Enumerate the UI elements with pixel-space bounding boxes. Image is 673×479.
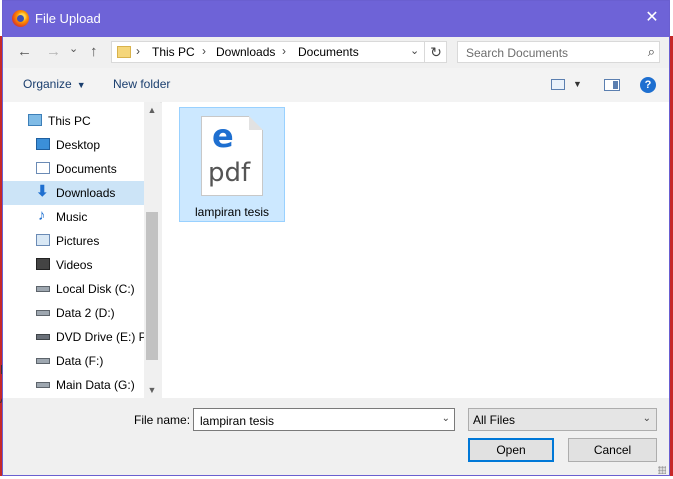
- forward-arrow-icon[interactable]: →: [46, 44, 61, 59]
- chevron-down-icon: ⌄: [642, 413, 651, 424]
- new-folder-button[interactable]: New folder: [113, 77, 170, 91]
- chevron-down-icon[interactable]: ⌄: [442, 413, 450, 424]
- scroll-up-icon[interactable]: ▲: [144, 102, 160, 118]
- file-name-combobox[interactable]: ⌄: [193, 408, 455, 431]
- title-bar[interactable]: File Upload ✕: [3, 1, 669, 37]
- documents-icon: [36, 162, 50, 174]
- address-dropdown-icon[interactable]: ⌄: [410, 44, 419, 57]
- address-bar[interactable]: › This PC › Downloads › Documents ⌄ ↻: [111, 41, 447, 63]
- drive-icon: [36, 382, 50, 388]
- search-icon[interactable]: ⌕: [648, 44, 655, 60]
- sidebar-scrollbar[interactable]: ▲ ▼: [144, 102, 160, 398]
- sidebar-item-label: Videos: [56, 258, 93, 272]
- sidebar-item-main-data-g[interactable]: Main Data (G:): [3, 373, 144, 397]
- file-name-label: File name:: [134, 413, 191, 427]
- drive-icon: [36, 358, 50, 364]
- resize-grip[interactable]: [658, 466, 666, 474]
- page-fold: [249, 116, 263, 130]
- organize-label: Organize: [23, 77, 72, 91]
- close-icon[interactable]: ✕: [641, 7, 663, 29]
- desktop-icon: [36, 138, 50, 150]
- sidebar-item-pictures[interactable]: Pictures: [3, 229, 144, 253]
- file-name-label: lampiran tesis: [194, 205, 270, 219]
- cancel-button[interactable]: Cancel: [568, 438, 657, 462]
- sidebar-item-downloads[interactable]: ⬇ Downloads: [3, 181, 144, 205]
- firefox-icon: [12, 10, 29, 27]
- drive-icon: [36, 286, 50, 292]
- pictures-icon: [36, 234, 50, 246]
- sidebar-item-label: Music: [56, 210, 88, 224]
- dvd-drive-icon: [36, 334, 50, 340]
- edge-browser-icon: e: [212, 117, 234, 155]
- sidebar-item-videos[interactable]: Videos: [3, 253, 144, 277]
- breadcrumb-separator[interactable]: ›: [202, 44, 206, 58]
- sidebar-item-label: Desktop: [56, 138, 101, 152]
- sidebar-item-label: Main Data (G:): [56, 378, 135, 392]
- up-arrow-icon[interactable]: ↑: [90, 44, 98, 59]
- pdf-file-icon: e pdf: [201, 116, 263, 196]
- recent-locations-chevron-icon[interactable]: ⌄: [69, 42, 78, 57]
- file-name-input[interactable]: [198, 412, 438, 430]
- dialog-footer: File name: ⌄ All Files ⌄ Open Cancel: [3, 398, 669, 475]
- sidebar-item-this-pc[interactable]: This PC: [3, 109, 144, 133]
- breadcrumb-this-pc[interactable]: This PC: [152, 45, 195, 59]
- preview-pane-icon[interactable]: [604, 79, 620, 91]
- sidebar-item-label: Documents: [56, 162, 117, 176]
- command-bar: Organize ▼ New folder ▼ ?: [3, 68, 669, 103]
- file-item-lampiran-tesis[interactable]: e pdf lampiran tesis: [179, 107, 285, 222]
- sidebar-item-data-f[interactable]: Data (F:): [3, 349, 144, 373]
- sidebar-item-dvd-drive-e[interactable]: DVD Drive (E:) PE: [3, 325, 144, 349]
- breadcrumb-documents[interactable]: Documents: [298, 45, 359, 59]
- organize-button[interactable]: Organize ▼: [23, 77, 86, 91]
- change-view-icon[interactable]: [551, 79, 565, 90]
- download-icon: ⬇: [36, 183, 49, 200]
- breadcrumb-separator[interactable]: ›: [136, 44, 140, 58]
- open-button[interactable]: Open: [468, 438, 554, 462]
- sidebar-item-desktop[interactable]: Desktop: [3, 133, 144, 157]
- sidebar-item-label: Data 2 (D:): [56, 306, 115, 320]
- drive-icon: [36, 310, 50, 316]
- file-type-value: All Files: [473, 413, 516, 427]
- file-upload-dialog: File Upload ✕ ← → ⌄ ↑ › This PC › Downlo…: [2, 0, 670, 476]
- chevron-down-icon: ▼: [76, 80, 86, 90]
- sidebar-item-local-disk-c[interactable]: Local Disk (C:): [3, 277, 144, 301]
- sidebar-item-music[interactable]: ♪ Music: [3, 205, 144, 229]
- sidebar-item-documents[interactable]: Documents: [3, 157, 144, 181]
- videos-icon: [36, 258, 50, 270]
- sidebar-item-label: Local Disk (C:): [56, 282, 135, 296]
- sidebar-item-label: Pictures: [56, 234, 100, 248]
- music-icon: ♪: [38, 207, 46, 224]
- sidebar-item-label: This PC: [48, 114, 91, 128]
- navigation-bar: ← → ⌄ ↑ › This PC › Downloads › Document…: [3, 37, 669, 67]
- scroll-down-icon[interactable]: ▼: [144, 382, 160, 398]
- computer-icon: [28, 114, 42, 126]
- back-arrow-icon[interactable]: ←: [17, 44, 32, 59]
- file-list[interactable]: e pdf lampiran tesis: [162, 102, 669, 398]
- sidebar-item-label: Data (F:): [56, 354, 104, 368]
- sidebar-item-label: Downloads: [56, 186, 116, 200]
- dialog-title: File Upload: [35, 11, 101, 26]
- folder-icon: [117, 46, 131, 58]
- refresh-icon[interactable]: ↻: [424, 42, 447, 62]
- sidebar-item-label: DVD Drive (E:) PE: [56, 330, 144, 344]
- scrollbar-thumb[interactable]: [146, 212, 158, 360]
- sidebar-item-data-2-d[interactable]: Data 2 (D:): [3, 301, 144, 325]
- view-options-chevron-icon[interactable]: ▼: [573, 79, 582, 89]
- search-input[interactable]: [464, 44, 638, 62]
- navigation-pane: This PC Desktop Documents ⬇ Downloads ♪ …: [3, 102, 160, 398]
- search-box[interactable]: ⌕: [457, 41, 660, 63]
- breadcrumb-downloads[interactable]: Downloads: [216, 45, 275, 59]
- file-type-text: pdf: [208, 158, 251, 188]
- file-type-select[interactable]: All Files ⌄: [468, 408, 657, 431]
- breadcrumb-separator[interactable]: ›: [282, 44, 286, 58]
- help-icon[interactable]: ?: [640, 77, 656, 93]
